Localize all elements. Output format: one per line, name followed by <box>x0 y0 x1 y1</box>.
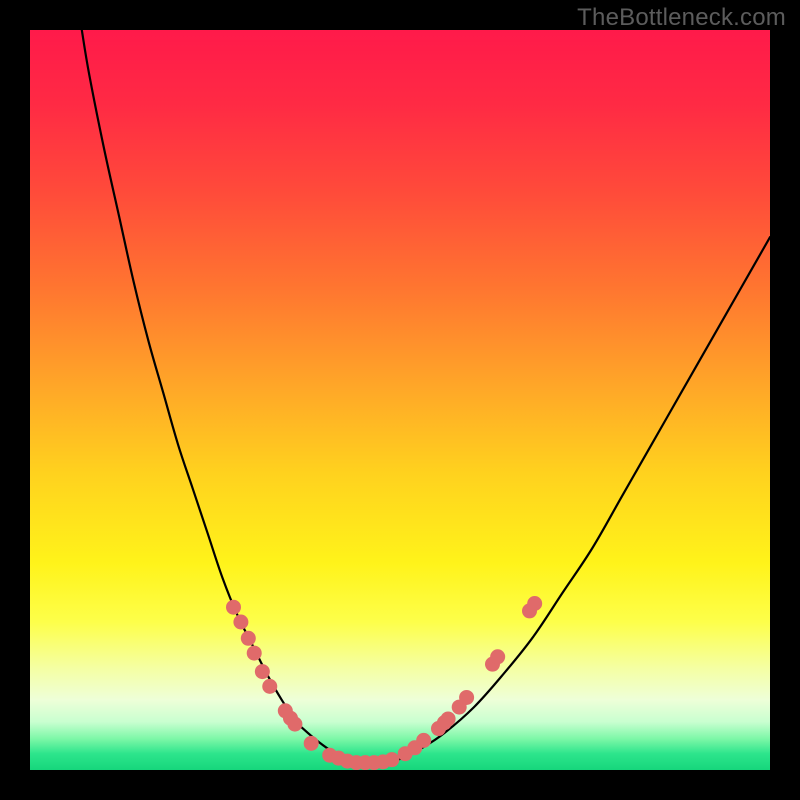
plot-area <box>30 30 770 770</box>
marker-dot <box>226 600 241 615</box>
marker-dot <box>441 711 456 726</box>
marker-dot <box>459 690 474 705</box>
marker-dot <box>304 736 319 751</box>
marker-dot <box>241 631 256 646</box>
chart-frame: TheBottleneck.com <box>0 0 800 800</box>
marker-dot <box>287 717 302 732</box>
bottleneck-curve <box>30 30 770 770</box>
marker-dot <box>527 596 542 611</box>
marker-dot <box>416 733 431 748</box>
marker-dot <box>233 615 248 630</box>
curve-line <box>82 30 770 765</box>
marker-dot <box>247 646 262 661</box>
watermark-text: TheBottleneck.com <box>577 4 786 32</box>
marker-dot <box>255 664 270 679</box>
marker-dot <box>490 649 505 664</box>
marker-dot <box>384 752 399 767</box>
marker-dot <box>262 679 277 694</box>
